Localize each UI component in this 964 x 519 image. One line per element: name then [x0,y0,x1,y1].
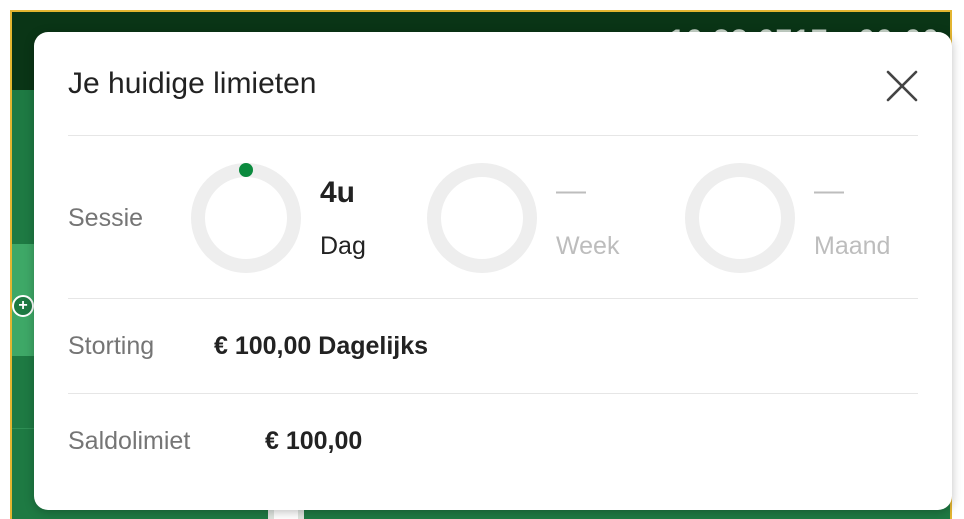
balance-limit-row: Saldolimiet € 100,00 [68,394,918,490]
modal-title: Je huidige limieten [68,67,317,100]
modal-header: Je huidige limieten [68,32,918,136]
session-day-value: 4u [320,176,356,209]
close-button[interactable] [884,68,920,104]
session-week-value: — [556,174,586,207]
balance-label: Saldolimiet [68,427,191,455]
plus-circle-icon[interactable]: + [12,295,34,317]
deposit-limit-row: Storting € 100,00 Dagelijks [68,299,918,394]
session-month-value: — [814,174,844,207]
session-month-ring [685,163,795,273]
session-label: Sessie [68,204,144,232]
close-icon [886,70,918,102]
deposit-label: Storting [68,332,155,360]
session-week-ring [427,163,537,273]
session-limit-row: Sessie 4u Dag — Week — Maand [68,136,918,299]
session-day-progress-dot [239,163,253,177]
session-week-period: Week [556,232,620,260]
session-day-ring [191,163,301,273]
deposit-value: € 100,00 Dagelijks [214,332,429,360]
balance-value: € 100,00 [265,427,363,455]
session-day-period: Dag [320,232,366,260]
limits-modal: Je huidige limieten Sessie 4u Dag — Week… [34,32,952,510]
session-month-period: Maand [814,232,891,260]
